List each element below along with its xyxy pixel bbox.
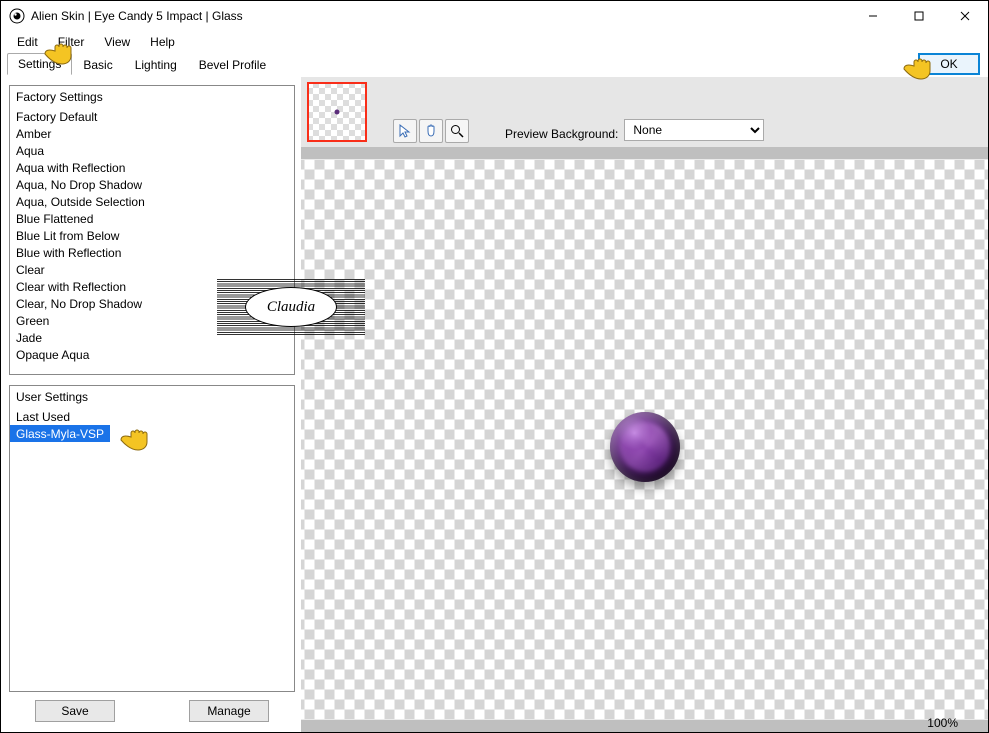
factory-settings-header: Factory Settings — [10, 86, 294, 108]
pointer-tool-button[interactable] — [393, 119, 417, 143]
preview-thumbnail[interactable] — [307, 82, 367, 142]
maximize-button[interactable] — [896, 1, 942, 31]
list-item[interactable]: Jade — [10, 329, 294, 346]
list-item[interactable]: Glass-Myla-VSP — [10, 425, 110, 442]
titlebar: Alien Skin | Eye Candy 5 Impact | Glass — [1, 1, 988, 31]
menu-edit[interactable]: Edit — [7, 32, 48, 52]
window-title: Alien Skin | Eye Candy 5 Impact | Glass — [31, 9, 850, 23]
zoom-level: 100% — [927, 716, 958, 730]
list-item[interactable]: Clear with Reflection — [10, 278, 294, 295]
list-item[interactable]: Factory Default — [10, 108, 294, 125]
list-item[interactable]: Aqua, Outside Selection — [10, 193, 294, 210]
menu-help[interactable]: Help — [140, 32, 185, 52]
tabbar: Settings Basic Lighting Bevel Profile — [1, 53, 283, 75]
list-item[interactable]: Green — [10, 312, 294, 329]
menubar: Edit Filter View Help — [1, 31, 988, 53]
preview-pane: Preview Background: None — [301, 77, 988, 732]
list-item[interactable]: Aqua, No Drop Shadow — [10, 176, 294, 193]
list-item[interactable]: Clear — [10, 261, 294, 278]
list-item[interactable]: Aqua with Reflection — [10, 159, 294, 176]
list-item[interactable]: Blue Lit from Below — [10, 227, 294, 244]
preview-bg-select[interactable]: None — [624, 119, 764, 141]
preview-canvas[interactable] — [301, 159, 988, 720]
close-button[interactable] — [942, 1, 988, 31]
glass-orb-preview — [610, 412, 680, 482]
list-item[interactable]: Blue with Reflection — [10, 244, 294, 261]
user-settings-list[interactable]: User Settings Last UsedGlass-Myla-VSP — [9, 385, 295, 692]
list-item[interactable]: Clear, No Drop Shadow — [10, 295, 294, 312]
tab-bevel-profile[interactable]: Bevel Profile — [188, 54, 277, 75]
divider — [301, 720, 988, 732]
tab-settings[interactable]: Settings — [7, 53, 72, 75]
list-item[interactable]: Blue Flattened — [10, 210, 294, 227]
menu-filter[interactable]: Filter — [48, 32, 95, 52]
thumbnail-dot — [335, 110, 340, 115]
tab-lighting[interactable]: Lighting — [124, 54, 188, 75]
settings-pane: Factory Settings Factory DefaultAmberAqu… — [1, 77, 301, 732]
user-settings-header: User Settings — [10, 386, 294, 408]
list-item[interactable]: Amber — [10, 125, 294, 142]
app-icon — [9, 8, 25, 24]
list-item[interactable]: Aqua — [10, 142, 294, 159]
list-item[interactable]: Last Used — [10, 408, 294, 425]
minimize-button[interactable] — [850, 1, 896, 31]
save-button[interactable]: Save — [35, 700, 115, 722]
manage-button[interactable]: Manage — [189, 700, 269, 722]
menu-view[interactable]: View — [94, 32, 140, 52]
ok-button[interactable]: OK — [918, 53, 980, 75]
tab-basic[interactable]: Basic — [72, 54, 123, 75]
hand-tool-button[interactable] — [419, 119, 443, 143]
preview-bg-label: Preview Background: — [505, 127, 618, 141]
list-item[interactable]: Opaque Aqua — [10, 346, 294, 363]
divider — [301, 147, 988, 159]
zoom-tool-button[interactable] — [445, 119, 469, 143]
factory-settings-list[interactable]: Factory Settings Factory DefaultAmberAqu… — [9, 85, 295, 375]
